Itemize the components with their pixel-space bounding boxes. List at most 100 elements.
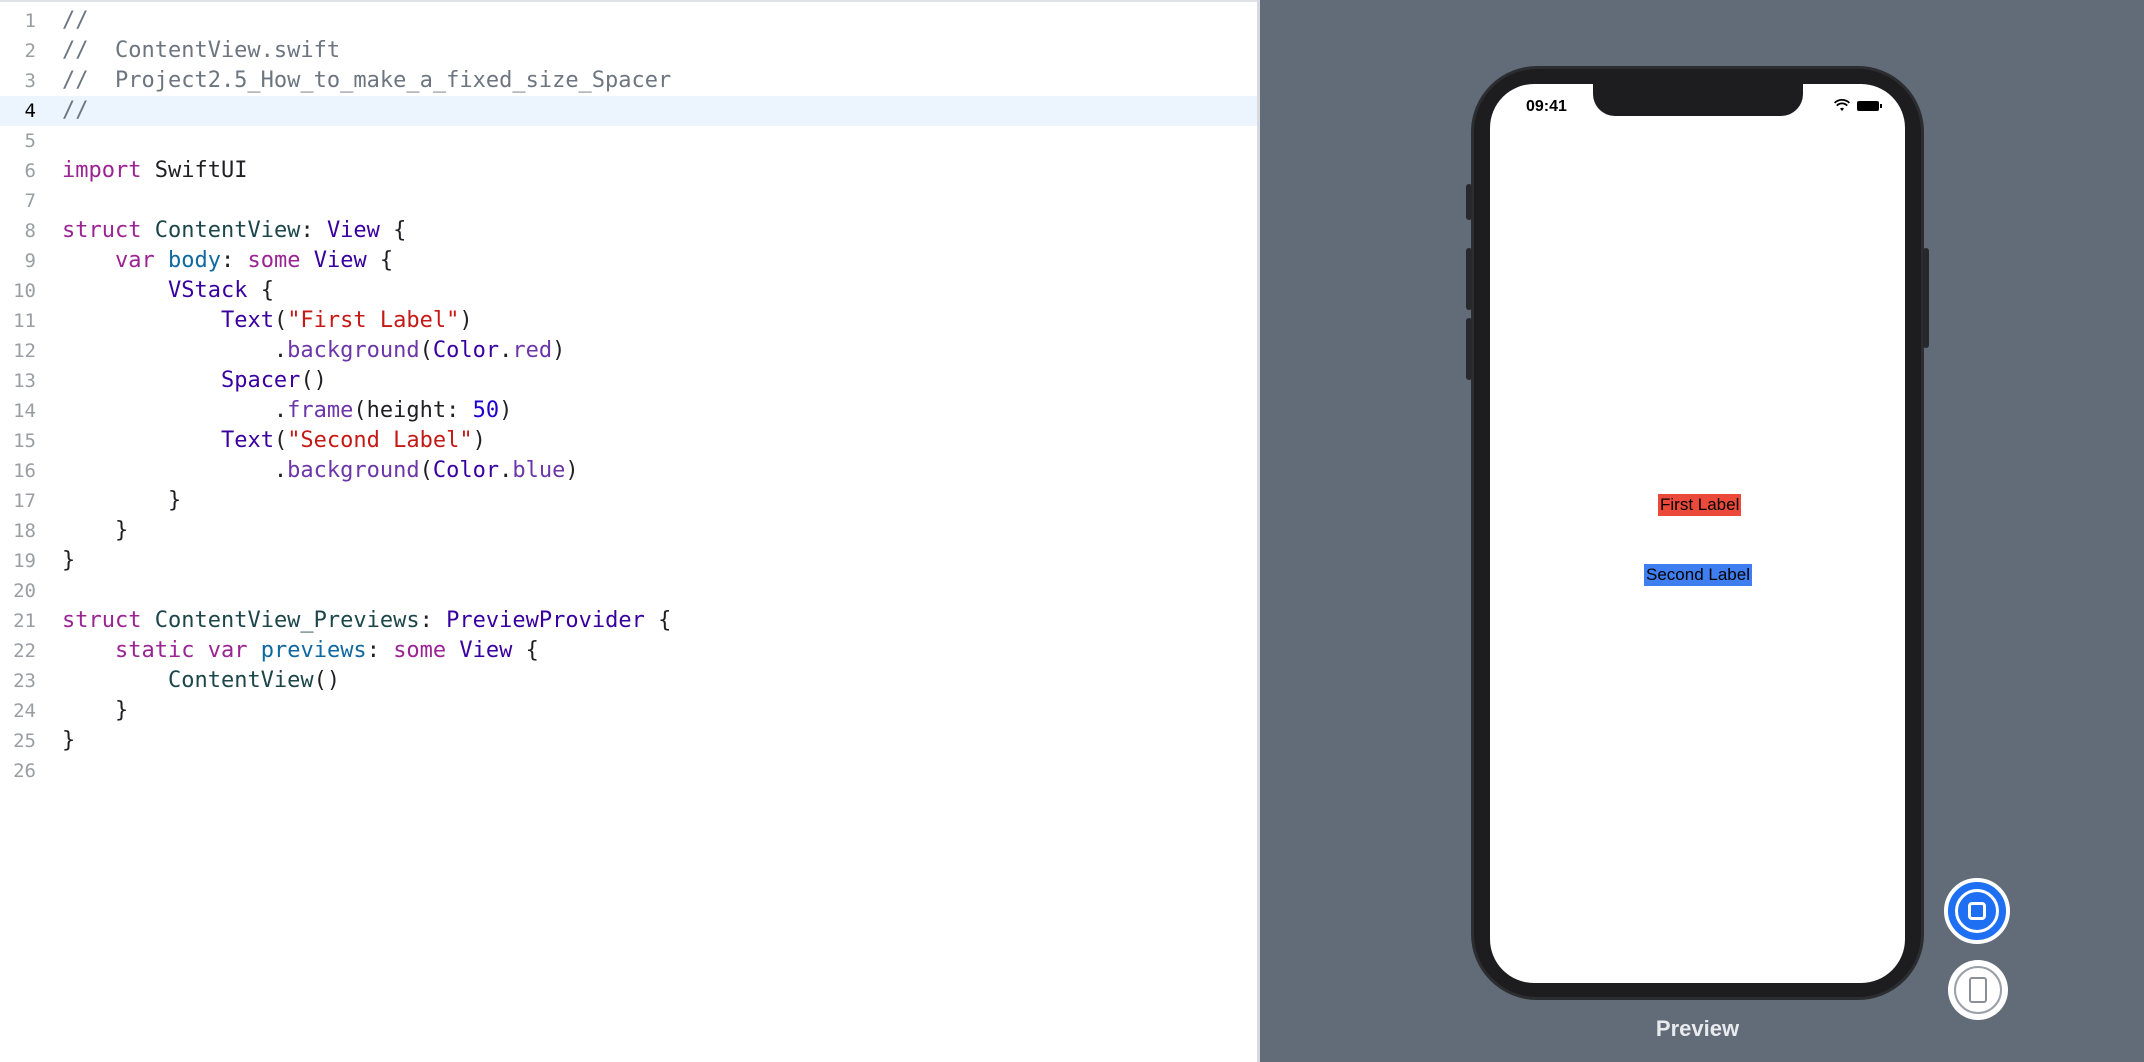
code-token: ContentView (154, 218, 301, 243)
code-token: frame (287, 398, 354, 423)
code-line[interactable]: 1 // (0, 6, 1257, 36)
code-token: () (300, 368, 327, 393)
code-editor[interactable]: 1 // 2 // ContentView.swift 3 // Project2.5_H… (0, 0, 1257, 1062)
code-token: ( (419, 338, 433, 363)
code-token: Text (220, 428, 274, 453)
volume-down-button (1466, 318, 1472, 380)
live-preview-button[interactable] (1944, 878, 2010, 944)
code-line[interactable]: 11 Text("First Label") (0, 306, 1257, 336)
code-line[interactable]: 26 (0, 756, 1257, 786)
code-line[interactable]: 14 .frame(height: 50) (0, 396, 1257, 426)
code-text: ContentView() (62, 666, 340, 696)
line-number: 25 (13, 730, 36, 752)
code-text: VStack { (62, 276, 274, 306)
code-token: some (247, 248, 301, 273)
code-text: import SwiftUI (62, 156, 247, 186)
code-text: } (62, 726, 75, 756)
code-line[interactable]: 2 // ContentView.swift (0, 36, 1257, 66)
code-line[interactable]: 18 } (0, 516, 1257, 546)
code-token: ( (273, 308, 288, 333)
second-label-text: Second Label (1644, 564, 1752, 586)
device-preview-icon (1969, 977, 1987, 1003)
code-token: ) (565, 458, 579, 483)
code-token: Color (432, 338, 500, 363)
ringer-switch (1466, 184, 1472, 220)
code-text: } (62, 486, 181, 516)
code-line[interactable]: 20 (0, 576, 1257, 606)
code-line[interactable]: 7 (0, 186, 1257, 216)
code-token: { (379, 218, 407, 243)
code-text: // (62, 6, 89, 36)
code-token: ContentView_Previews (154, 608, 420, 633)
code-line[interactable]: 15 Text("Second Label") (0, 426, 1257, 456)
code-line[interactable]: 16 .background(Color.blue) (0, 456, 1257, 486)
line-number: 7 (24, 190, 36, 212)
code-token: static (114, 638, 195, 663)
code-token: previews (260, 638, 367, 663)
code-line[interactable]: 10 VStack { (0, 276, 1257, 306)
device-preview-button[interactable] (1948, 960, 2008, 1020)
code-token: : (300, 218, 327, 243)
code-line[interactable]: 23 ContentView() (0, 666, 1257, 696)
wifi-icon (1834, 99, 1850, 111)
code-token: } (62, 488, 182, 513)
code-token: some (393, 638, 447, 663)
code-token: . (62, 458, 288, 483)
code-line[interactable]: 8 struct ContentView: View { (0, 216, 1257, 246)
line-number: 10 (13, 280, 36, 302)
code-line[interactable]: 24 } (0, 696, 1257, 726)
code-line[interactable]: 9 var body: some View { (0, 246, 1257, 276)
code-token: // ContentView.swift (62, 38, 341, 63)
code-text: Text("First Label") (62, 306, 473, 336)
code-token: body (167, 248, 221, 273)
line-number: 5 (24, 130, 36, 152)
line-number: 13 (13, 370, 36, 392)
code-token: View (459, 638, 513, 663)
code-token: ContentView (167, 668, 314, 693)
code-token: "First Label" (287, 308, 460, 333)
line-number: 23 (13, 670, 36, 692)
line-number: 14 (13, 400, 36, 422)
code-token: : (220, 248, 248, 273)
code-token: ( (419, 458, 433, 483)
line-number: 1 (24, 10, 36, 32)
code-line[interactable]: 5 (0, 126, 1257, 156)
line-number: 19 (13, 550, 36, 572)
code-token: Text (220, 308, 274, 333)
code-token: import (62, 158, 142, 183)
line-number: 6 (24, 160, 36, 182)
line-number: 4 (24, 100, 36, 122)
code-line[interactable]: 12 .background(Color.red) (0, 336, 1257, 366)
code-text: // ContentView.swift (62, 36, 340, 66)
code-line[interactable]: 21 struct ContentView_Previews: PreviewPr… (0, 606, 1257, 636)
code-token: { (247, 278, 274, 303)
code-line[interactable]: 6 import SwiftUI (0, 156, 1257, 186)
code-line[interactable]: 22 static var previews: some View { (0, 636, 1257, 666)
code-text: } (62, 546, 75, 576)
code-line[interactable]: 4 // (0, 96, 1257, 126)
code-token: : (366, 638, 394, 663)
code-token: PreviewProvider (446, 608, 645, 633)
code-line[interactable]: 19} (0, 546, 1257, 576)
code-line[interactable]: 17 } (0, 486, 1257, 516)
code-token: . (499, 338, 513, 363)
code-line[interactable]: 3 // Project2.5_How_to_make_a_fixed_size_… (0, 66, 1257, 96)
code-text: struct ContentView: View { (62, 216, 406, 246)
code-token: } (62, 548, 76, 573)
code-token: ) (552, 338, 566, 363)
code-text: // Project2.5_How_to_make_a_fixed_size_S… (62, 66, 671, 96)
code-token: var (207, 638, 248, 663)
line-number: 3 (24, 70, 36, 92)
code-token: . (62, 398, 288, 423)
code-line[interactable]: 13 Spacer() (0, 366, 1257, 396)
code-line[interactable]: 25} (0, 726, 1257, 756)
battery-icon (1857, 101, 1882, 111)
